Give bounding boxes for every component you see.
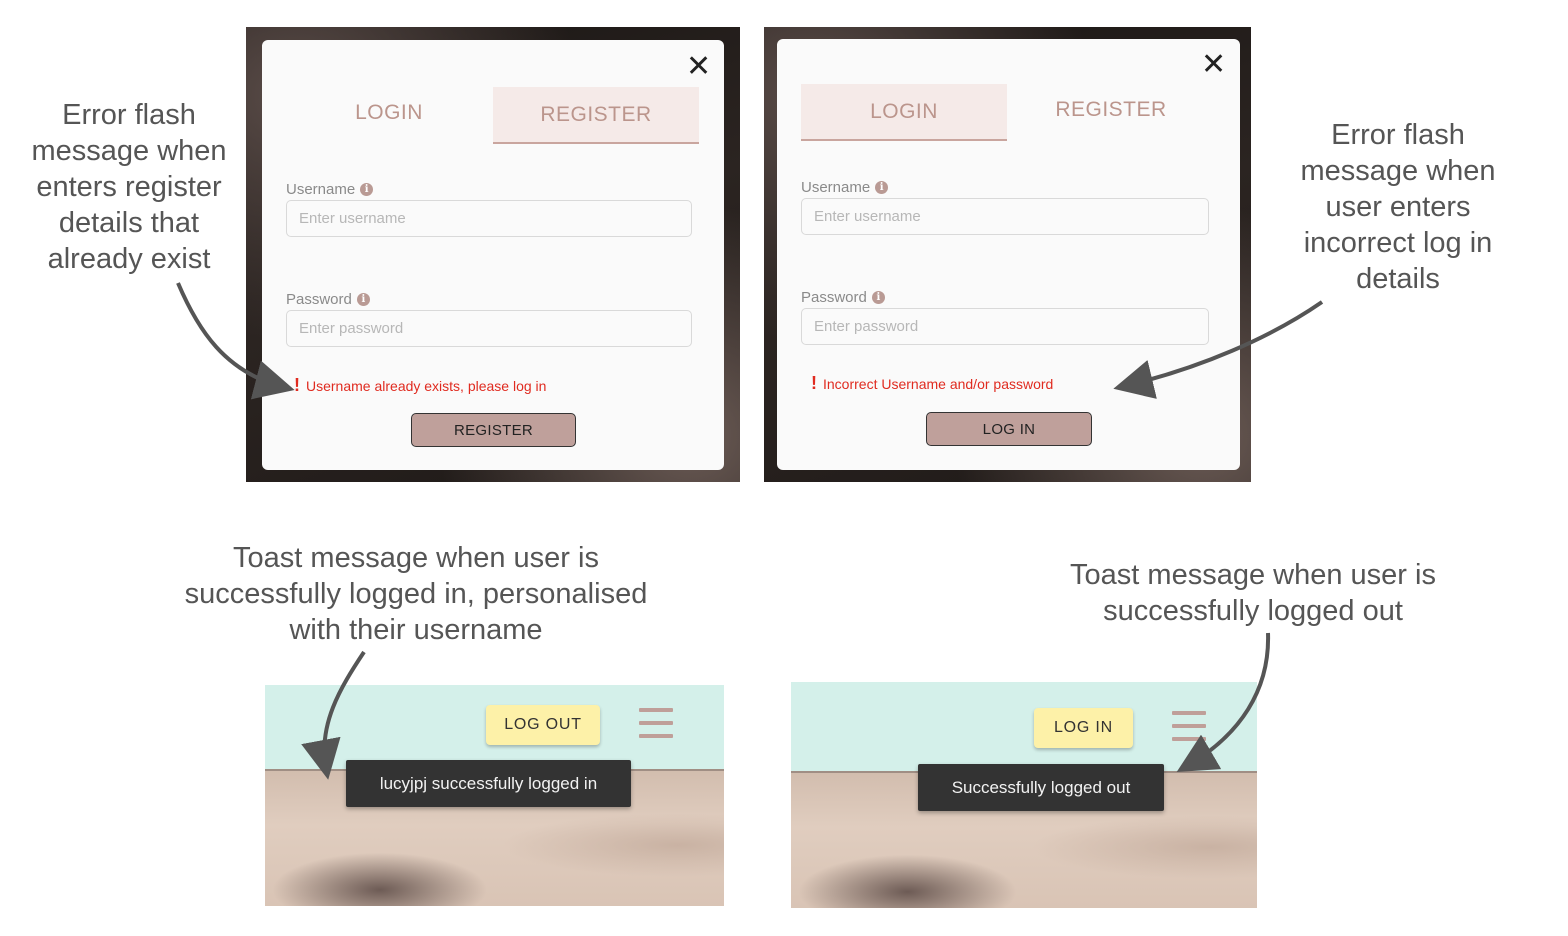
arrow-icon: [1176, 632, 1271, 773]
annotation-arrows: [176, 282, 1324, 780]
arrow-icon: [176, 282, 295, 400]
arrow-icon: [301, 650, 366, 780]
arrow-icon: [1113, 300, 1324, 399]
